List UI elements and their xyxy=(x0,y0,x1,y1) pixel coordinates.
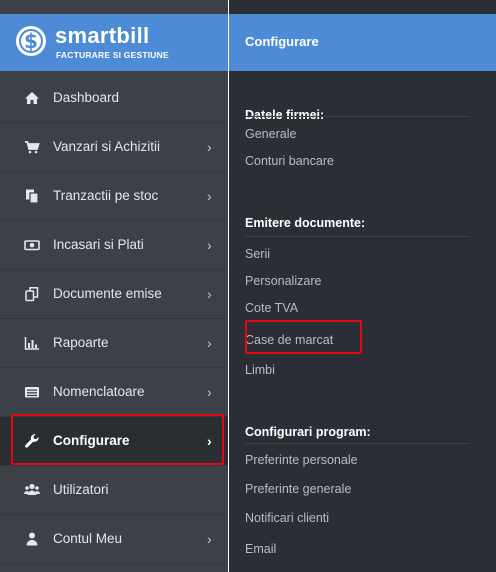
user-icon xyxy=(26,532,38,546)
dollar-circle-icon: $ xyxy=(16,26,46,56)
section-divider xyxy=(245,116,470,117)
sidebar-item-utilizatori[interactable]: Utilizatori xyxy=(0,466,228,515)
documents-icon xyxy=(25,287,39,302)
link-email[interactable]: Email xyxy=(245,541,276,557)
chevron-right-icon: › xyxy=(207,531,212,547)
link-conturi-bancare[interactable]: Conturi bancare xyxy=(245,153,334,169)
link-preferinte-generale[interactable]: Preferinte generale xyxy=(245,481,351,497)
sidebar-item-dashboard[interactable]: Dashboard xyxy=(0,74,228,123)
link-personalizare[interactable]: Personalizare xyxy=(245,273,321,289)
link-serii[interactable]: Serii xyxy=(245,246,270,262)
link-notificari-clienti[interactable]: Notificari clienti xyxy=(245,510,329,526)
brand-name: smartbill xyxy=(55,23,150,48)
chevron-right-icon: › xyxy=(207,139,212,155)
section-divider xyxy=(245,443,470,444)
sidebar-item-tranzactii[interactable]: Tranzactii pe stoc › xyxy=(0,172,228,221)
sidebar-item-label: Rapoarte xyxy=(53,335,109,350)
sidebar-item-documente[interactable]: Documente emise › xyxy=(0,270,228,319)
users-icon xyxy=(24,483,40,495)
brand-tagline: FACTURARE SI GESTIUNE xyxy=(56,50,169,60)
sidebar-item-nomenclatoare[interactable]: Nomenclatoare › xyxy=(0,368,228,417)
money-icon xyxy=(24,240,40,251)
submenu-panel: Configurare Datele firmei: Generale Cont… xyxy=(229,0,496,572)
sidebar-item-label: Incasari si Plati xyxy=(53,237,144,252)
submenu-title: Configurare xyxy=(245,34,319,49)
chevron-right-icon: › xyxy=(207,286,212,302)
list-icon xyxy=(25,387,39,398)
brand-header[interactable]: $ smartbill FACTURARE SI GESTIUNE xyxy=(0,14,228,71)
sidebar-item-label: Tranzactii pe stoc xyxy=(53,188,159,203)
sidebar-item-label: Utilizatori xyxy=(53,482,109,497)
section-divider xyxy=(245,236,470,237)
submenu-header: Configurare xyxy=(229,14,496,71)
section-title-emitere-documente: Emitere documente: xyxy=(245,216,366,230)
sidebar-item-label: Contul Meu xyxy=(53,531,123,546)
sidebar-item-label: Nomenclatoare xyxy=(53,384,145,399)
chevron-right-icon: › xyxy=(207,335,212,351)
sidebar-item-incasari[interactable]: Incasari si Plati › xyxy=(0,221,228,270)
chevron-right-icon: › xyxy=(207,188,212,204)
sidebar: $ smartbill FACTURARE SI GESTIUNE Dashbo… xyxy=(0,0,228,572)
link-limbi[interactable]: Limbi xyxy=(245,362,275,378)
chevron-right-icon: › xyxy=(207,237,212,253)
highlight-box-case-de-marcat xyxy=(245,320,362,354)
sidebar-item-label: Dashboard xyxy=(53,90,120,105)
home-icon xyxy=(25,92,39,104)
cart-icon xyxy=(25,141,40,154)
chevron-right-icon: › xyxy=(207,384,212,400)
section-title-datele-firmei: Datele firmei: xyxy=(245,108,325,122)
sidebar-item-contul-meu[interactable]: Contul Meu › xyxy=(0,515,228,564)
highlight-box-configurare xyxy=(11,414,224,465)
sidebar-item-label: Documente emise xyxy=(53,286,162,301)
bar-chart-icon xyxy=(24,337,39,350)
copy-icon xyxy=(26,189,39,204)
link-cote-tva[interactable]: Cote TVA xyxy=(245,300,298,316)
sidebar-item-vanzari[interactable]: Vanzari si Achizitii › xyxy=(0,123,228,172)
link-preferinte-personale[interactable]: Preferinte personale xyxy=(245,452,358,468)
sidebar-nav: Dashboard Vanzari si Achizitii › Tranzac… xyxy=(0,74,228,564)
link-generale[interactable]: Generale xyxy=(245,126,296,142)
section-title-configurari-program: Configurari program: xyxy=(245,425,371,439)
sidebar-item-label: Vanzari si Achizitii xyxy=(53,139,161,154)
sidebar-item-rapoarte[interactable]: Rapoarte › xyxy=(0,319,228,368)
